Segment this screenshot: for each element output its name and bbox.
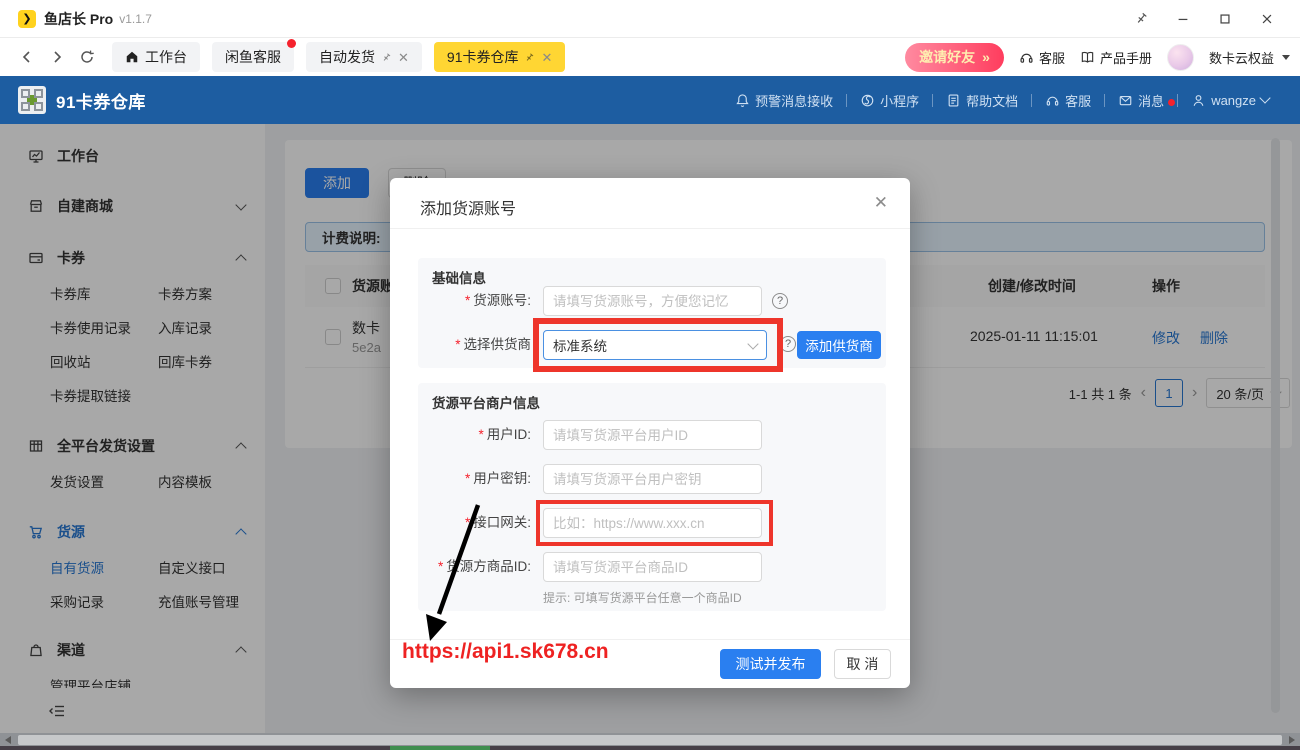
invite-friends-button[interactable]: 邀请好友 »	[905, 43, 1004, 72]
benefits-label: 数卡云权益	[1209, 48, 1274, 67]
account-input[interactable]	[543, 286, 762, 316]
app-version: v1.1.7	[119, 12, 152, 26]
menu-label: 消息	[1138, 91, 1164, 110]
miniprogram-icon	[860, 93, 875, 108]
title-bar: ❯ 鱼店长 Pro v1.1.7	[0, 0, 1300, 38]
username: wangze	[1211, 93, 1256, 108]
app-window: ❯ 鱼店长 Pro v1.1.7	[0, 0, 1300, 750]
close-tab-icon[interactable]: ✕	[398, 51, 409, 64]
invite-label: 邀请好友	[919, 47, 975, 67]
required-mark: *	[478, 427, 483, 442]
horizontal-scrollbar[interactable]	[0, 733, 1300, 746]
tab-workbench[interactable]: 工作台	[112, 42, 200, 72]
mail-icon	[1118, 93, 1133, 108]
add-supply-account-modal: 添加货源账号 ✕ 基础信息 *货源账号: ? *选择供货商 标准系统 ? 添加供…	[390, 178, 910, 688]
divider	[390, 228, 910, 229]
gateway-label: *接口网关:	[418, 508, 537, 538]
tab-label: 自动发货	[319, 47, 375, 67]
double-arrow-icon: »	[982, 49, 990, 65]
taskbar-sliver	[0, 746, 1300, 750]
required-mark: *	[465, 515, 470, 530]
headset-icon	[1045, 93, 1060, 108]
tab-card-store[interactable]: 91卡券仓库 ✕	[434, 42, 565, 72]
pid-label: *货源方商品ID:	[418, 552, 537, 582]
add-supplier-button[interactable]: 添加供货商	[797, 331, 881, 359]
user-menu[interactable]: wangze	[1178, 93, 1282, 108]
brand-logo-icon	[18, 86, 46, 114]
uid-label: *用户ID:	[418, 420, 537, 450]
support-action[interactable]: 客服	[1019, 48, 1065, 67]
support-menu[interactable]: 客服	[1032, 91, 1104, 110]
close-window-button[interactable]	[1246, 4, 1288, 34]
merchant-info-panel: 货源平台商户信息 *用户ID: *用户密钥: *接口网关: *货源方商品ID: …	[418, 383, 886, 611]
tab-bar: 工作台 闲鱼客服 自动发货 ✕ 91卡券仓库 ✕ 邀请好友 »	[0, 38, 1300, 76]
headset-icon	[1019, 50, 1034, 65]
app-logo-icon: ❯	[18, 10, 36, 28]
required-mark: *	[438, 559, 443, 574]
tab-label: 工作台	[145, 47, 187, 67]
benefits-menu[interactable]: 数卡云权益	[1209, 48, 1290, 67]
uid-input[interactable]	[543, 420, 762, 450]
menu-label: 预警消息接收	[755, 91, 833, 110]
maximize-button[interactable]	[1204, 4, 1246, 34]
close-tab-icon[interactable]: ✕	[541, 51, 552, 64]
manual-label: 产品手册	[1100, 48, 1152, 67]
minimize-button[interactable]	[1162, 4, 1204, 34]
app-header: 91卡券仓库 预警消息接收 小程序 帮助文档	[0, 76, 1300, 124]
support-label: 客服	[1039, 48, 1065, 67]
basic-info-legend: 基础信息	[432, 267, 486, 287]
menu-label: 小程序	[880, 91, 919, 110]
book-icon	[1080, 50, 1095, 65]
back-icon[interactable]	[14, 44, 40, 70]
pid-input[interactable]	[543, 552, 762, 582]
required-mark: *	[455, 337, 460, 352]
person-icon	[1191, 93, 1206, 108]
required-mark: *	[465, 471, 470, 486]
annotation-url: https://api1.sk678.cn	[402, 640, 609, 664]
product-manual-action[interactable]: 产品手册	[1080, 48, 1152, 67]
menu-label: 帮助文档	[966, 91, 1018, 110]
pid-hint: 提示: 可填写货源平台任意一个商品ID	[543, 589, 742, 606]
scroll-right-icon[interactable]	[1289, 736, 1295, 744]
pin-icon[interactable]	[381, 52, 392, 63]
help-doc-menu[interactable]: 帮助文档	[933, 91, 1031, 110]
menu-label: 客服	[1065, 91, 1091, 110]
home-icon	[125, 50, 139, 64]
help-icon[interactable]: ?	[772, 293, 788, 309]
app-title: 鱼店长 Pro	[44, 9, 113, 29]
alert-receive-menu[interactable]: 预警消息接收	[722, 91, 846, 110]
notification-dot	[1168, 99, 1175, 106]
bell-icon	[735, 93, 750, 108]
key-input[interactable]	[543, 464, 762, 494]
annotation-box-gateway	[536, 500, 773, 546]
caret-down-icon	[1282, 55, 1290, 60]
document-icon	[946, 93, 961, 108]
tab-auto-ship[interactable]: 自动发货 ✕	[306, 42, 422, 72]
scroll-left-icon[interactable]	[5, 736, 11, 744]
user-avatar[interactable]	[1167, 44, 1194, 71]
key-label: *用户密钥:	[418, 464, 537, 494]
tab-xianyu-service[interactable]: 闲鱼客服	[212, 42, 294, 72]
refresh-icon[interactable]	[74, 44, 100, 70]
miniprogram-menu[interactable]: 小程序	[847, 91, 932, 110]
tab-label: 闲鱼客服	[225, 47, 281, 67]
messages-menu[interactable]: 消息	[1105, 91, 1177, 110]
merchant-info-legend: 货源平台商户信息	[432, 392, 540, 412]
pin-icon[interactable]	[524, 52, 535, 63]
close-modal-icon[interactable]: ✕	[874, 194, 888, 211]
forward-icon[interactable]	[44, 44, 70, 70]
tab-label: 91卡券仓库	[447, 47, 519, 67]
annotation-box-supplier	[533, 318, 783, 372]
test-publish-button[interactable]: 测试并发布	[720, 649, 821, 679]
account-label: *货源账号:	[418, 286, 537, 316]
supplier-label: *选择供货商	[418, 330, 537, 360]
modal-title: 添加货源账号	[420, 195, 516, 219]
notification-dot	[287, 39, 296, 48]
page-title: 91卡券仓库	[56, 88, 146, 113]
scrollbar-thumb[interactable]	[18, 735, 1282, 745]
required-mark: *	[465, 293, 470, 308]
chevron-down-icon	[1259, 92, 1270, 103]
cancel-button[interactable]: 取 消	[834, 649, 891, 679]
pin-window-icon[interactable]	[1120, 4, 1162, 34]
